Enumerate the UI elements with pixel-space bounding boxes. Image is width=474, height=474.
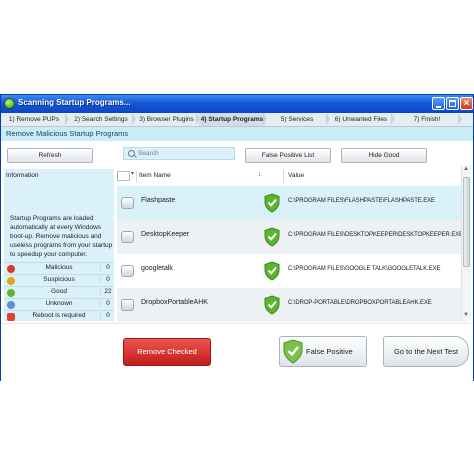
close-icon: × [463, 98, 470, 109]
step-finish[interactable]: 7) Finish! [394, 113, 462, 126]
status-count: 22 [100, 288, 115, 295]
false-positive-label: False Positive [306, 347, 353, 356]
table-row[interactable]: DesktopKeeper C:\PROGRAM FILES\DESKTOPKE… [117, 220, 466, 254]
row-checkbox[interactable] [121, 265, 134, 277]
row-checkbox[interactable] [121, 299, 134, 311]
status-row-malicious: Malicious 0 [4, 262, 114, 274]
malicious-icon [7, 265, 15, 273]
column-divider [136, 170, 137, 183]
status-count: 0 [100, 264, 115, 271]
remove-checked-button[interactable]: Remove Checked [123, 338, 211, 366]
action-bar: Remove Checked False Positive Go to the … [1, 323, 473, 381]
false-positive-button[interactable]: False Positive [279, 336, 367, 367]
status-row-good: Good 22 [4, 286, 114, 298]
good-shield-icon [264, 295, 280, 315]
shield-check-icon [283, 339, 303, 364]
search-input[interactable] [138, 148, 232, 159]
search-box[interactable] [123, 147, 235, 160]
table-scrollbar[interactable]: ▲ ▼ [461, 165, 471, 321]
close-button[interactable]: × [460, 97, 473, 110]
row-item-name: DesktopKeeper [141, 231, 190, 238]
good-shield-icon [264, 227, 280, 247]
startup-programs-table: ▾ Item Name ↓ Value Flashpaste C:\PROGRA… [117, 167, 466, 323]
status-label: Malicious [45, 264, 73, 271]
app-window: Scanning Startup Programs... × 1) Remove… [0, 94, 474, 381]
hide-good-button[interactable]: Hide Good [341, 148, 427, 163]
section-heading: Remove Malicious Startup Programs [1, 127, 473, 141]
step-search-settings[interactable]: 2) Search Settings [68, 113, 136, 126]
status-row-suspicious: Suspicious 0 [4, 274, 114, 286]
information-description: Startup Programs are loaded automaticall… [10, 215, 113, 258]
table-row[interactable]: Flashpaste C:\PROGRAM FILES\FLASHPASTE\F… [117, 186, 466, 220]
row-item-name: googletalk [141, 265, 173, 272]
status-label: Unknown [45, 300, 73, 307]
table-row[interactable]: googletalk C:\PROGRAM FILES\GOOGLE TALK\… [117, 254, 466, 288]
good-shield-icon [264, 193, 280, 213]
good-shield-icon [264, 261, 280, 281]
toolbar: Refresh False Positive List Hide Good [1, 141, 473, 167]
row-item-name: Flashpaste [141, 197, 176, 204]
refresh-button[interactable]: Refresh [7, 148, 93, 163]
step-unwanted-files[interactable]: 6) Unwanted Files [329, 113, 395, 126]
column-header-value[interactable]: Value [288, 172, 304, 179]
step-services[interactable]: 5) Services [266, 113, 330, 126]
chevron-down-icon[interactable]: ▾ [131, 170, 134, 177]
step-startup-programs[interactable]: 4) Startup Programs [199, 113, 267, 126]
information-title: Information [6, 172, 39, 179]
scroll-down-icon[interactable]: ▼ [463, 312, 469, 318]
row-value: C:\DROP-PORTABLE\DROPBOXPORTABLEAHK.EXE [288, 300, 432, 306]
status-row-unknown: Unknown 0 [4, 298, 114, 310]
select-all-checkbox[interactable] [117, 171, 130, 181]
wizard-steps: 1) Remove PUPs 2) Search Settings 3) Bro… [1, 113, 473, 127]
unknown-icon [7, 301, 15, 309]
suspicious-icon [7, 277, 15, 285]
information-panel: Information Startup Programs are loaded … [4, 169, 114, 321]
step-remove-pups[interactable]: 1) Remove PUPs [1, 113, 69, 126]
status-label: Suspicious [43, 276, 75, 283]
table-header: ▾ Item Name ↓ Value [117, 167, 466, 187]
maximize-icon [449, 100, 456, 107]
column-divider [283, 170, 284, 183]
table-row[interactable]: DropboxPortableAHK C:\DROP-PORTABLE\DROP… [117, 288, 466, 322]
status-count: 0 [100, 312, 115, 319]
next-test-button[interactable]: Go to the Next Test [383, 336, 469, 367]
row-value: C:\PROGRAM FILES\GOOGLE TALK\GOOGLETALK.… [288, 266, 441, 272]
good-icon [7, 289, 15, 297]
status-row-reboot: Reboot is required 0 [4, 310, 114, 322]
column-header-name[interactable]: Item Name [139, 172, 171, 179]
row-checkbox[interactable] [121, 231, 134, 243]
sort-arrow-icon[interactable]: ↓ [258, 171, 262, 178]
maximize-button[interactable] [446, 97, 459, 110]
minimize-button[interactable] [432, 97, 445, 110]
minimize-icon [436, 106, 441, 108]
row-value: C:\PROGRAM FILES\DESKTOPKEEPER\DESKTOPKE… [288, 232, 464, 238]
status-count: 0 [100, 300, 115, 307]
scroll-up-icon[interactable]: ▲ [463, 166, 469, 172]
row-item-name: DropboxPortableAHK [141, 299, 208, 306]
status-label: Good [51, 288, 67, 295]
scrollbar-thumb[interactable] [463, 177, 470, 267]
row-checkbox[interactable] [121, 197, 134, 209]
window-title: Scanning Startup Programs... [18, 98, 131, 107]
app-logo-icon [4, 98, 15, 109]
status-count: 0 [100, 276, 115, 283]
row-value: C:\PROGRAM FILES\FLASHPASTE\FLASHPASTE.E… [288, 198, 435, 204]
false-positive-list-button[interactable]: False Positive List [245, 148, 331, 163]
status-label: Reboot is required [32, 312, 86, 319]
title-bar[interactable]: Scanning Startup Programs... × [1, 95, 473, 113]
search-icon [128, 150, 135, 157]
step-browser-plugins[interactable]: 3) Browser Plugins [135, 113, 200, 126]
reboot-icon [7, 313, 15, 321]
